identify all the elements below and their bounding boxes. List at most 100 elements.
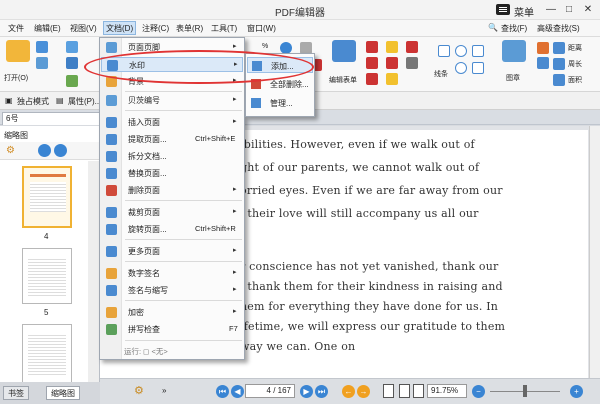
forward-icon[interactable]: → [357,385,370,398]
continuous-page-icon[interactable] [399,384,410,398]
menu-item-crop-pages[interactable]: 裁剪页面 ▸ [101,205,243,220]
zoom-in-icon[interactable]: + [570,385,583,398]
zoom-select[interactable]: 91.75% [427,384,467,398]
document-scrollbar[interactable] [589,126,600,378]
close-button[interactable]: ✕ [581,3,595,17]
ellipse-icon[interactable] [455,45,467,57]
edit-form-icon[interactable] [332,40,356,62]
menu-item-split-document[interactable]: 拆分文档... [101,149,243,164]
page-number-input[interactable]: 4 / 167 [245,384,295,398]
menu-separator [125,110,242,111]
open-folder-icon[interactable] [6,40,30,62]
pen-icon[interactable] [406,41,418,53]
menu-comment[interactable]: 注释(C) [142,23,169,34]
menu-view[interactable]: 视图(V) [70,23,97,34]
settings-gear-icon[interactable]: ⚙ [134,384,144,397]
form-button-icon[interactable] [366,41,378,53]
zoom-in-thumbnails-icon[interactable] [38,144,51,157]
facing-page-icon[interactable] [413,384,424,398]
eraser-icon[interactable] [537,42,549,54]
submenu-item-manage[interactable]: 管理... [247,95,313,111]
menu-file[interactable]: 文件 [8,23,24,34]
pentagon-icon[interactable] [472,62,484,74]
single-page-icon[interactable] [383,384,394,398]
zoom-out-icon[interactable]: − [472,385,485,398]
distance-label[interactable]: 距离 [568,43,582,53]
page-thumbnail-4[interactable] [22,166,72,228]
menu-item-delete-pages[interactable]: 删除页面 ▸ [101,183,243,198]
bookmarks-tab[interactable]: 书签 [3,386,29,400]
last-page-icon[interactable]: ⏭ [315,385,328,398]
back-icon[interactable]: ← [342,385,355,398]
stamp-label[interactable]: 图章 [506,73,520,83]
page-thumbnail-5[interactable] [22,248,72,304]
menu-edit[interactable]: 编辑(E) [34,23,61,34]
advanced-find-button[interactable]: 高级查找(S) [537,23,580,34]
exclusive-mode-icon[interactable]: ▣ [5,96,13,105]
next-page-icon[interactable]: ▶ [300,385,313,398]
thumbnails-tab[interactable]: 缩略图 [46,386,80,400]
prev-page-icon[interactable]: ◀ [231,385,244,398]
edit-form-label[interactable]: 编辑表单 [329,75,357,85]
menu-item-encrypt[interactable]: 加密 ▸ [101,305,243,320]
save-icon[interactable] [36,41,48,53]
exclusive-mode-button[interactable]: 独占模式 [17,96,49,107]
cloud-icon[interactable] [455,62,467,74]
stamp-icon[interactable] [502,40,526,62]
area-icon[interactable] [553,74,565,86]
menu-icon[interactable] [496,4,510,15]
menu-item-label: 替换页面... [128,169,167,178]
zoom-out-thumbnails-icon[interactable] [54,144,67,157]
email-icon[interactable] [66,41,78,53]
menu-item-bates-numbering[interactable]: 贝茨编号 ▸ [101,93,243,108]
polygon-icon[interactable] [472,45,484,57]
menu-item-more-pages[interactable]: 更多页面 ▸ [101,244,243,259]
text-box-icon[interactable] [406,57,418,69]
menu-item-insert-pages[interactable]: 插入页面 ▸ [101,115,243,130]
find-button[interactable]: 查找(F) [501,23,527,34]
first-page-icon[interactable]: ⏮ [216,385,229,398]
open-label[interactable]: 打开(O) [4,73,28,83]
brush-icon[interactable] [537,57,549,69]
rectangle-icon[interactable] [438,45,450,57]
print-icon[interactable] [36,57,48,69]
menu-tools[interactable]: 工具(T) [211,23,237,34]
form-list-icon[interactable] [366,73,378,85]
menu-document[interactable]: 文档(D) [103,21,137,35]
distance-icon[interactable] [553,42,565,54]
menu-item-extract-pages[interactable]: 提取页面... Ctrl+Shift+E [101,132,243,147]
properties-button[interactable]: 属性(P)... [68,96,101,107]
menu-item-digital-signature[interactable]: 数字签名 ▸ [101,266,243,281]
document-tab[interactable]: 6号 ✕ [2,112,112,125]
expand-chevron-icon[interactable]: » [162,386,166,395]
note-icon[interactable] [386,41,398,53]
zoom-value[interactable]: % [262,43,268,50]
menu-item-sign-initials[interactable]: 签名与缩写 ▸ [101,283,243,298]
perimeter-icon[interactable] [553,58,565,70]
gear-icon[interactable]: ⚙ [6,145,15,156]
lines-label[interactable]: 线条 [434,69,448,79]
properties-icon[interactable]: ▤ [56,96,64,105]
menu-form[interactable]: 表单(R) [176,23,203,34]
menu-button[interactable]: 菜单 [514,4,534,19]
maximize-button[interactable]: □ [562,3,576,17]
thumbnail-scrollbar[interactable] [88,161,99,389]
page-thumbnail-6[interactable] [22,324,72,384]
delete-pages-icon [106,185,117,196]
menu-item-spell-check[interactable]: 拼写检查 F7 [101,322,243,337]
scan-icon[interactable] [66,57,78,69]
form-checkbox-icon[interactable] [366,57,378,69]
menu-item-replace-pages[interactable]: 替换页面... [101,166,243,181]
area-label[interactable]: 面积 [568,75,582,85]
perimeter-label[interactable]: 周长 [568,59,582,69]
menu-item-rotate-pages[interactable]: 旋转页面... Ctrl+Shift+R [101,222,243,237]
run-action-label[interactable]: 运行: ◻ <无> [124,346,168,357]
find-icon[interactable]: 🔍 [488,23,498,32]
highlight-icon[interactable] [386,57,398,69]
menu-window[interactable]: 窗口(W) [247,23,276,34]
sticky-icon[interactable] [386,73,398,85]
menu-shortcut: F7 [229,324,238,333]
zoom-slider-handle[interactable] [523,385,527,397]
minimize-button[interactable]: — [544,3,558,17]
export-icon[interactable] [66,75,78,87]
